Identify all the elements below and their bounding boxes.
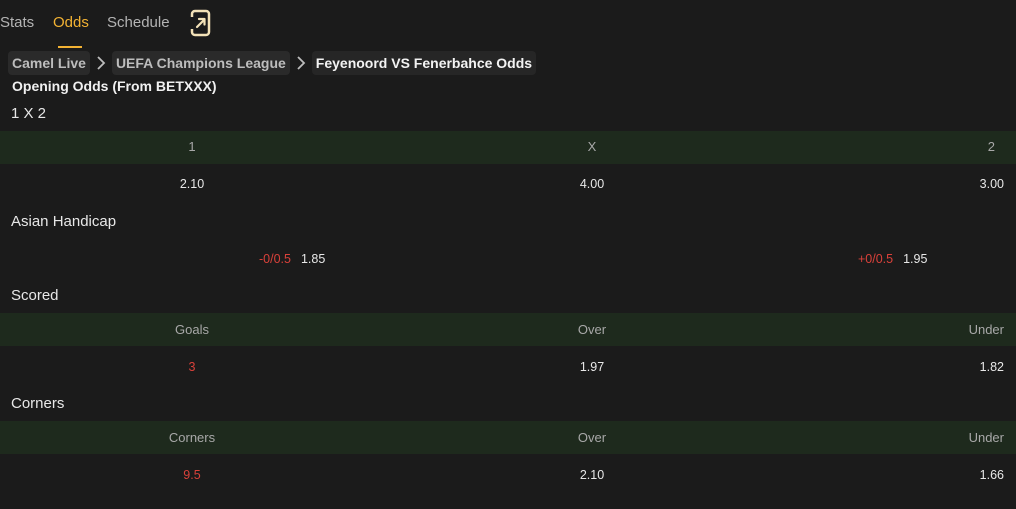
top-tabs: Stats Odds Schedule: [0, 0, 1016, 50]
handicap-away-odds: 1.95: [903, 252, 928, 266]
odds-home: 2.10: [179, 177, 205, 191]
table-header-row: 1 X 2: [0, 131, 1016, 164]
breadcrumb-camel-live[interactable]: Camel Live: [8, 51, 90, 75]
header-away: 2: [987, 139, 995, 154]
goals-over-odds: 1.97: [579, 360, 605, 374]
table-header-row: Goals Over Under: [0, 313, 1016, 346]
header-over: Over: [577, 430, 607, 445]
header-home: 1: [188, 139, 196, 154]
goals-line: 3: [188, 360, 196, 374]
section-title-corners: Corners: [11, 395, 65, 412]
tab-schedule[interactable]: Schedule: [107, 14, 170, 31]
handicap-home-line: -0/0.5: [259, 252, 291, 266]
section-title-1x2: 1 X 2: [11, 105, 47, 122]
active-tab-indicator: [58, 46, 82, 48]
header-draw: X: [587, 139, 597, 154]
section-title-scored: Scored: [11, 287, 59, 304]
breadcrumb-current-match: Feyenoord VS Fenerbahce Odds: [311, 51, 537, 75]
header-goals: Goals: [175, 322, 209, 337]
breadcrumb-league[interactable]: UEFA Champions League: [111, 51, 290, 75]
chevron-right-icon: [90, 51, 112, 75]
corners-under-odds: 1.66: [979, 468, 1004, 482]
section-title-asian-handicap: Asian Handicap: [11, 213, 117, 230]
share-icon[interactable]: [190, 9, 212, 37]
header-under: Under: [968, 322, 1004, 337]
header-under: Under: [968, 430, 1004, 445]
page-title: Opening Odds (From BETXXX): [12, 78, 217, 94]
header-corners: Corners: [168, 430, 216, 445]
tab-stats[interactable]: Stats: [0, 14, 34, 31]
breadcrumb: Camel Live UEFA Champions League Feyenoo…: [8, 51, 537, 75]
handicap-away-line: +0/0.5: [858, 252, 894, 266]
odds-away: 3.00: [979, 177, 1004, 191]
goals-under-odds: 1.82: [979, 360, 1004, 374]
header-over: Over: [577, 322, 607, 337]
handicap-home-odds: 1.85: [300, 252, 326, 266]
handicap-home: -0/0.5 1.85: [259, 252, 325, 266]
corners-over-odds: 2.10: [579, 468, 605, 482]
corners-line: 9.5: [183, 468, 201, 482]
odds-draw: 4.00: [579, 177, 605, 191]
chevron-right-icon: [290, 51, 312, 75]
tab-odds[interactable]: Odds: [53, 14, 89, 31]
table-header-row: Corners Over Under: [0, 421, 1016, 454]
handicap-away: +0/0.5 1.95: [858, 252, 927, 266]
